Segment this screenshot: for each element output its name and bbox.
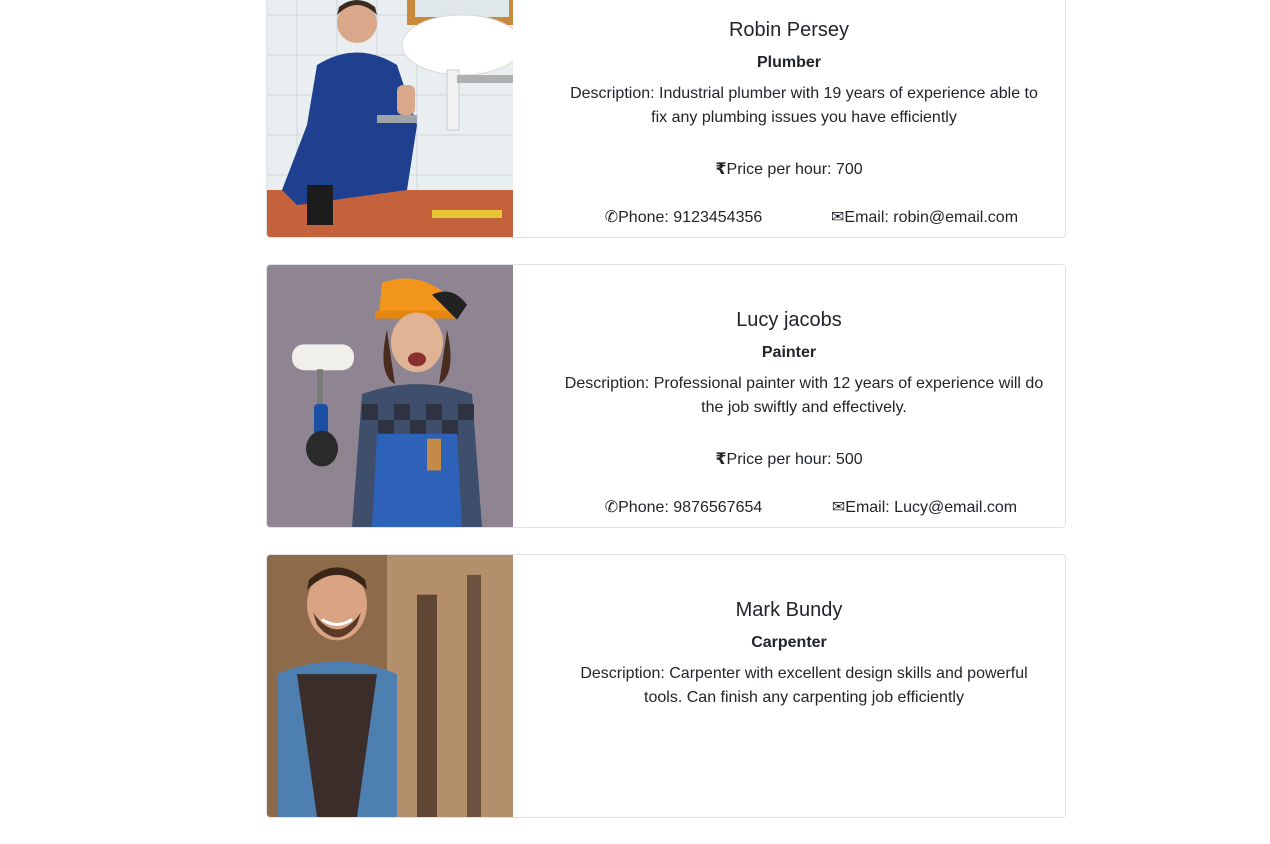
price-text: Price per hour: 700 — [726, 161, 863, 178]
rupee-icon: ₹ — [715, 451, 727, 468]
worker-price: ₹Price per hour: 500 — [513, 448, 1065, 472]
worker-contacts: ✆Phone: 9123454356 ✉Email: robin@email.c… — [563, 206, 1045, 230]
worker-name: Robin Persey — [728, 19, 850, 41]
worker-name: Mark Bundy — [735, 599, 843, 621]
painter-photo — [267, 265, 513, 527]
phone-icon: ✆ — [604, 209, 619, 226]
worker-price: ₹Price per hour: 700 — [513, 158, 1065, 182]
envelope-icon: ✉ — [830, 209, 845, 226]
worker-list: Robin Persey Plumber Description: Indust… — [266, 0, 1066, 844]
worker-name: Lucy jacobs — [736, 309, 842, 331]
plumber-photo — [267, 0, 513, 237]
worker-description: Description: Industrial plumber with 19 … — [570, 85, 1038, 126]
worker-description: Description: Carpenter with excellent de… — [580, 665, 1028, 706]
worker-role: Carpenter — [751, 634, 827, 651]
worker-contacts: ✆Phone: 9876567654 ✉Email: Lucy@email.co… — [563, 496, 1045, 520]
worker-info: Mark Bundy Carpenter Description: Carpen… — [513, 555, 1065, 817]
phone-text: Phone: 9123454356 — [618, 209, 763, 226]
rupee-icon: ₹ — [715, 161, 727, 178]
worker-phone[interactable]: ✆Phone: 9876567654 — [563, 496, 804, 520]
worker-email[interactable]: ✉Email: Lucy@email.com — [804, 496, 1045, 520]
worker-description: Description: Professional painter with 1… — [564, 375, 1044, 416]
envelope-icon: ✉ — [831, 499, 846, 516]
worker-role: Plumber — [756, 54, 821, 71]
worker-email[interactable]: ✉Email: robin@email.com — [804, 206, 1045, 230]
phone-icon: ✆ — [604, 499, 619, 516]
phone-text: Phone: 9876567654 — [618, 499, 763, 516]
worker-info: Lucy jacobs Painter Description: Profess… — [513, 265, 1065, 527]
worker-role: Painter — [761, 344, 817, 361]
worker-info: Robin Persey Plumber Description: Indust… — [513, 0, 1065, 237]
worker-card: Mark Bundy Carpenter Description: Carpen… — [266, 554, 1066, 818]
email-text: Email: Lucy@email.com — [845, 499, 1018, 516]
worker-card: Lucy jacobs Painter Description: Profess… — [266, 264, 1066, 528]
worker-phone[interactable]: ✆Phone: 9123454356 — [563, 206, 804, 230]
price-text: Price per hour: 500 — [726, 451, 863, 468]
worker-card: Robin Persey Plumber Description: Indust… — [266, 0, 1066, 238]
email-text: Email: robin@email.com — [844, 209, 1019, 226]
carpenter-photo — [267, 555, 513, 817]
